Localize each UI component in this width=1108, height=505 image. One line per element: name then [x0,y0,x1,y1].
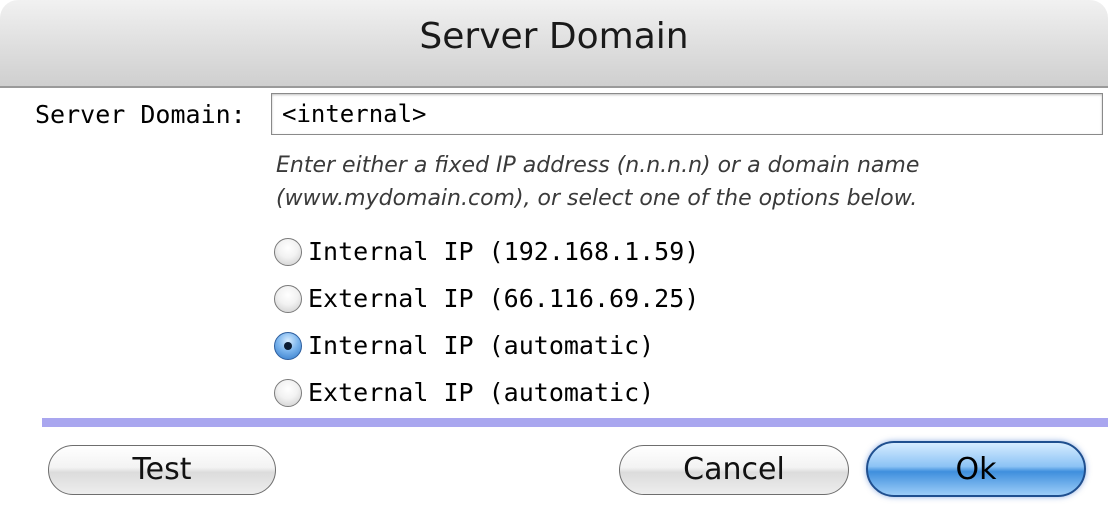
option-internal-ip-fixed[interactable]: Internal IP (192.168.1.59) [274,228,699,275]
radio-button[interactable] [274,378,302,407]
separator [42,418,1108,427]
test-button[interactable]: Test [48,445,276,495]
radio-button[interactable] [274,237,302,266]
dialog-title: Server Domain [419,16,689,57]
server-domain-label: Server Domain: [35,100,246,129]
option-label: External IP (66.116.69.25) [308,284,700,313]
hint-line-2: (www.mydomain.com), or select one of the… [276,186,918,211]
option-label: External IP (automatic) [308,378,655,407]
hint-line-1: Enter either a fixed IP address (n.n.n.n… [276,153,920,178]
cancel-button[interactable]: Cancel [619,445,849,495]
server-domain-input[interactable] [271,93,1103,135]
option-label: Internal IP (automatic) [308,331,655,360]
hint-text: Enter either a fixed IP address (n.n.n.n… [276,149,1096,215]
server-domain-dialog: Server Domain Server Domain: Enter eithe… [0,0,1108,505]
option-external-ip-automatic[interactable]: External IP (automatic) [274,369,699,416]
option-external-ip-fixed[interactable]: External IP (66.116.69.25) [274,275,699,322]
ok-button[interactable]: Ok [866,441,1086,497]
option-internal-ip-automatic[interactable]: Internal IP (automatic) [274,322,699,369]
radio-button[interactable] [274,284,302,313]
radio-button[interactable] [274,331,302,360]
option-label: Internal IP (192.168.1.59) [308,237,700,266]
ip-option-group: Internal IP (192.168.1.59) External IP (… [274,228,699,416]
title-bar[interactable]: Server Domain [0,0,1108,88]
